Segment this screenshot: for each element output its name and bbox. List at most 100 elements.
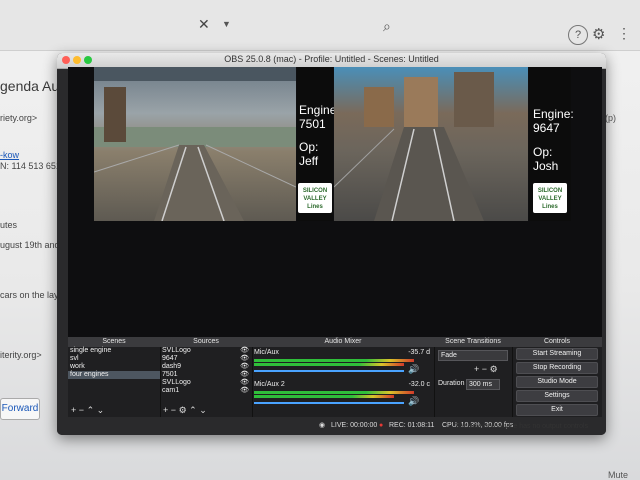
live-time: LIVE: 00:00:00 xyxy=(331,422,378,429)
source-label: dash9 xyxy=(162,363,182,370)
add-icon[interactable]: + xyxy=(71,405,76,415)
camera-feed-2 xyxy=(334,67,528,221)
studio-mode-button[interactable]: Studio Mode xyxy=(516,376,598,388)
engine-info-panel-1: Engine: 7501 Op: Jeff SILICON VALLEY Lin… xyxy=(297,67,340,221)
track-scene-2 xyxy=(334,72,494,221)
eye-icon[interactable]: 👁 xyxy=(240,387,252,395)
operator-label: Op: xyxy=(299,140,319,154)
controls-dock: Controls Start Streaming Stop Recording … xyxy=(512,337,602,417)
window-title: OBS 25.0.8 (mac) - Profile: Untitled - S… xyxy=(224,54,439,64)
page-heading: genda Au xyxy=(0,78,60,94)
add-icon[interactable]: + xyxy=(474,364,479,374)
remove-icon[interactable]: − xyxy=(79,405,84,415)
mixer-channel: Mic/Aux 2 -32.0 c 🔊 xyxy=(252,379,434,413)
source-item[interactable]: cam1 👁 xyxy=(160,387,252,395)
meeting-link[interactable]: -kow xyxy=(0,150,19,160)
move-down-icon[interactable]: ⌄ xyxy=(199,405,207,415)
transition-toolbar: + − ⚙ xyxy=(434,364,512,375)
gear-icon[interactable]: ⚙ xyxy=(179,405,187,415)
close-tab-icon[interactable]: ✕ xyxy=(198,16,210,33)
building xyxy=(104,87,126,142)
audio-mixer-dock: Audio Mixer Mic/Aux -35.7 d 🔊 Mic/Aux 2 … xyxy=(252,337,435,417)
source-item[interactable]: 9647 👁 xyxy=(160,355,252,363)
help-icon[interactable]: ? xyxy=(568,25,588,45)
eye-icon[interactable]: 👁 xyxy=(240,355,252,363)
org-link[interactable]: iterity.org> xyxy=(0,350,42,360)
org-link[interactable]: riety.org> xyxy=(0,113,37,123)
building xyxy=(454,72,494,127)
scene-item[interactable]: single engine xyxy=(68,347,160,355)
eye-icon[interactable]: 👁 xyxy=(240,379,252,387)
engine-info-panel-2: Engine: 9647 Op: Josh SILICON VALLEY Lin… xyxy=(529,67,574,221)
scenes-dock: Scenes single engine svl work four engin… xyxy=(68,337,161,417)
scene-transitions-title: Scene Transitions xyxy=(434,337,512,347)
controls-title: Controls xyxy=(512,337,602,347)
remove-icon[interactable]: − xyxy=(171,405,176,415)
right-note: (p) xyxy=(605,113,616,123)
apps-grid-icon[interactable]: ⋮ xyxy=(617,25,631,42)
channel-name: Mic/Aux 2 xyxy=(254,381,285,388)
camera-feed-1 xyxy=(94,67,296,221)
silicon-valley-lines-logo: SILICON VALLEY Lines xyxy=(533,183,567,213)
sources-title: Sources xyxy=(160,337,252,347)
transition-select[interactable]: Fade xyxy=(438,350,508,361)
volume-meter xyxy=(254,363,404,366)
remove-icon[interactable]: − xyxy=(482,364,487,374)
rail xyxy=(334,128,395,188)
source-item[interactable]: SVLLogo 👁 xyxy=(160,347,252,355)
rec-indicator-icon: ● xyxy=(379,422,384,429)
mixer-channel: Mic/Aux -35.7 d 🔊 xyxy=(252,347,434,379)
right-note: Mute xyxy=(608,470,629,480)
speaker-icon[interactable]: 🔊 xyxy=(408,364,419,375)
eye-icon[interactable]: 👁 xyxy=(240,363,252,371)
obs-window: OBS 25.0.8 (mac) - Profile: Untitled - S… xyxy=(57,53,606,435)
ceiling xyxy=(94,67,296,81)
building xyxy=(404,77,438,129)
duration-input[interactable]: 300 ms xyxy=(466,379,500,390)
channel-db: -35.7 d xyxy=(408,349,430,356)
volume-meter xyxy=(254,395,394,398)
rail xyxy=(94,144,180,173)
eye-icon[interactable]: 👁 xyxy=(240,371,252,379)
forward-button[interactable]: Forward xyxy=(0,398,40,420)
move-up-icon[interactable]: ⌃ xyxy=(189,405,197,415)
volume-slider[interactable] xyxy=(254,402,404,404)
chevron-down-icon[interactable]: ▼ xyxy=(222,19,231,29)
volume-meter xyxy=(254,359,414,362)
settings-button[interactable]: Settings xyxy=(516,390,598,402)
volume-slider[interactable] xyxy=(254,370,404,372)
speaker-icon[interactable]: 🔊 xyxy=(408,396,419,407)
duration-row: Duration 300 ms xyxy=(434,378,512,392)
channel-name: Mic/Aux xyxy=(254,349,279,356)
source-label: SVLLogo xyxy=(162,379,191,386)
add-icon[interactable]: + xyxy=(163,405,168,415)
search-icon[interactable]: ⌕ xyxy=(383,18,391,35)
operator-label: Op: xyxy=(533,145,553,159)
audio-mixer-title: Audio Mixer xyxy=(252,337,434,347)
scenes-title: Scenes xyxy=(68,337,160,347)
source-label: 9647 xyxy=(162,355,178,362)
source-label: 7501 xyxy=(162,371,178,378)
scene-item[interactable]: work xyxy=(68,363,160,371)
exit-button[interactable]: Exit xyxy=(516,404,598,416)
sources-dock: Sources SVLLogo 👁 9647 👁 dash9 👁 7501 👁 SVLL… xyxy=(160,337,253,417)
move-up-icon[interactable]: ⌃ xyxy=(87,405,95,415)
preview-canvas[interactable]: Engine: 7501 Op: Jeff SILICON VALLEY Lin… xyxy=(68,67,602,341)
gear-icon[interactable]: ⚙ xyxy=(490,364,498,374)
source-item[interactable]: dash9 👁 xyxy=(160,363,252,371)
gear-icon[interactable]: ⚙ xyxy=(592,25,605,43)
source-label: cam1 xyxy=(162,387,180,394)
rec-time: REC: 01:08:11 xyxy=(389,422,435,429)
operator-name: Jeff xyxy=(299,154,319,168)
scene-item[interactable]: svl xyxy=(68,355,160,363)
eye-icon[interactable]: 👁 xyxy=(240,347,252,355)
start-streaming-button[interactable]: Start Streaming xyxy=(516,348,598,360)
stop-recording-button[interactable]: Stop Recording xyxy=(516,362,598,374)
scene-item-selected[interactable]: four engines xyxy=(68,371,160,379)
device-note: The selected device has no output contro… xyxy=(455,423,589,430)
scene-transitions-dock: Scene Transitions Fade + − ⚙ Duration 30… xyxy=(434,337,513,417)
source-item[interactable]: SVLLogo 👁 xyxy=(160,379,252,387)
move-down-icon[interactable]: ⌄ xyxy=(97,405,105,415)
operator-name: Josh xyxy=(533,159,559,173)
source-item[interactable]: 7501 👁 xyxy=(160,371,252,379)
